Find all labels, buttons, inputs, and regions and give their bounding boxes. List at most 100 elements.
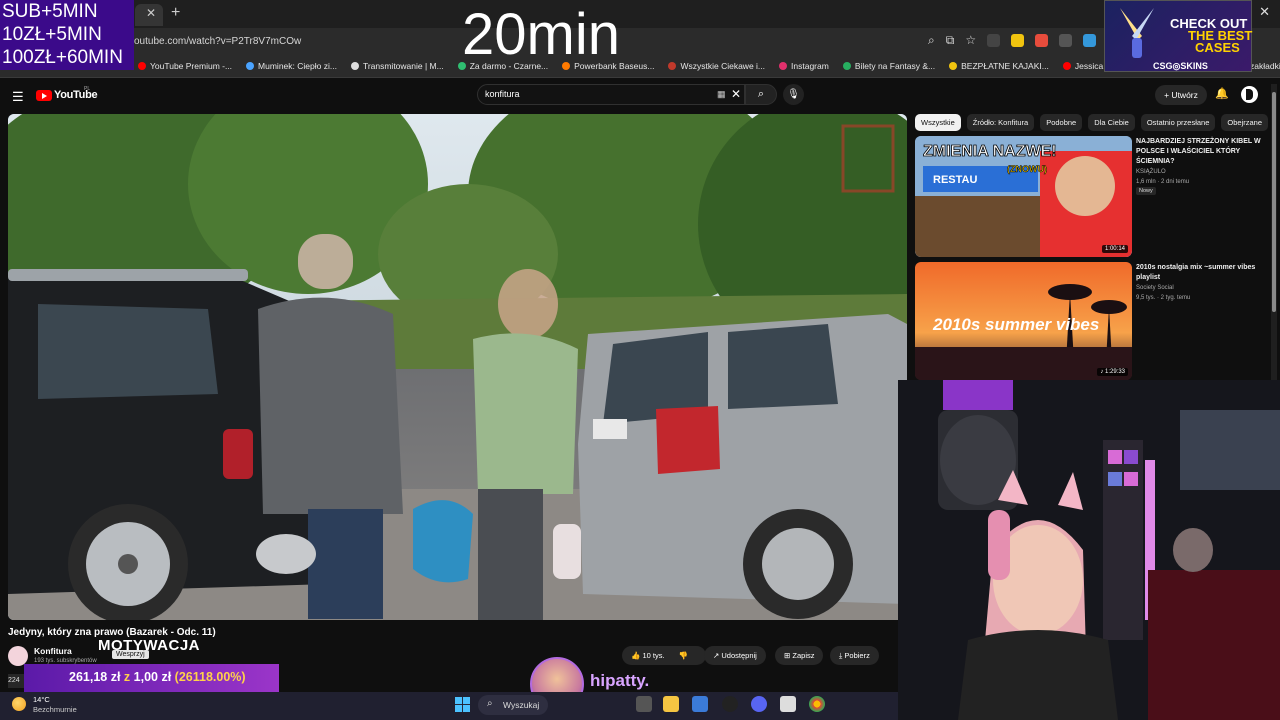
recommendation-channel[interactable]: KSIĄŻULO <box>1136 168 1166 177</box>
channel-avatar[interactable] <box>8 646 28 666</box>
chip[interactable]: Ostatnio przesłane <box>1140 114 1216 131</box>
webcam-frame <box>898 380 1280 720</box>
bookmark-label: Instagram <box>791 61 829 71</box>
bookmark-label: BEZPŁATNE KAJAKI... <box>961 61 1049 71</box>
bookmark-item[interactable]: BEZPŁATNE KAJAKI... <box>949 61 1049 71</box>
file-explorer-icon[interactable] <box>663 696 679 712</box>
bookmark-item[interactable]: YouTube Premium -... <box>138 61 232 71</box>
like-count[interactable]: 10 tys. <box>642 651 664 660</box>
search-icon: ⌕ <box>487 698 493 709</box>
youtube-logo-icon[interactable] <box>36 90 52 101</box>
share-label: Udostępnij <box>721 651 757 660</box>
extension-icon[interactable] <box>1083 34 1097 47</box>
keyboard-icon[interactable]: ▦ <box>717 89 726 100</box>
search-input-value[interactable]: konfitura <box>485 89 520 99</box>
windows-start-icon[interactable] <box>455 697 470 712</box>
scrollbar-thumb[interactable] <box>1272 92 1276 312</box>
chrome-icon[interactable] <box>809 696 825 712</box>
recommendation-meta: 1,6 mln · 2 dni temu <box>1136 179 1190 185</box>
new-badge: Nowy <box>1136 187 1156 195</box>
like-dislike-group: 👍 10 tys. 👎 <box>622 646 706 665</box>
bookmark-favicon-icon <box>138 62 146 70</box>
bookmark-star-icon[interactable]: ☆ <box>965 33 976 48</box>
donation-percent: (26118.00%) <box>174 670 246 684</box>
bookmark-favicon-icon <box>246 62 255 70</box>
menu-icon[interactable]: ☰ <box>12 89 24 105</box>
close-window-icon[interactable]: ✕ <box>1259 4 1270 20</box>
microphone-icon[interactable]: 🎙 <box>783 84 804 105</box>
video-player[interactable] <box>8 114 907 620</box>
thumbnail-headline: ZMIENIA NAZWE! <box>923 143 1057 160</box>
clear-search-icon[interactable]: ✕ <box>731 87 741 101</box>
app-icon[interactable] <box>780 696 796 712</box>
address-bar-actions: ⌕ ⧉ ☆ <box>928 33 1097 48</box>
bookmark-favicon-icon <box>350 62 359 70</box>
chip[interactable]: Obejrzane <box>1221 114 1268 131</box>
viewer-name: hipatty. <box>590 671 650 690</box>
extension-icon[interactable] <box>1011 34 1025 47</box>
weather-icon[interactable] <box>12 697 26 711</box>
task-view-icon[interactable] <box>636 696 652 712</box>
donation-amount: 261,18 zł <box>69 670 121 684</box>
weather-description[interactable]: Bezchmurnie <box>33 705 77 714</box>
bookmark-item[interactable]: Wszystkie Ciekawe i... <box>668 61 765 71</box>
channel-name[interactable]: Konfitura <box>34 646 72 656</box>
chip[interactable]: Podobne <box>1040 114 1083 131</box>
bookmark-item[interactable]: Muminek: Ciepło zi... <box>246 61 337 71</box>
filter-chips: Wszystkie Źródło: Konfitura Podobne Dla … <box>915 114 1268 131</box>
bookmark-favicon-icon <box>1062 62 1071 70</box>
chip[interactable]: Wszystkie <box>915 114 961 131</box>
chip[interactable]: Dla Ciebie <box>1088 114 1135 131</box>
video-duration: 1:00:14 <box>1101 245 1128 253</box>
notifications-icon[interactable]: 🔔 <box>1215 87 1229 100</box>
promo-line: CASES <box>1195 40 1240 55</box>
knife-icon <box>1120 8 1154 58</box>
bookmarks-overflow[interactable]: zakładki <box>1250 61 1280 71</box>
thumbnail-art: 2010s summer vibes <box>915 262 1132 380</box>
recommendation-thumbnail[interactable]: 2010s summer vibes ♪ 1:29:33 <box>915 262 1132 380</box>
recommendation-thumbnail[interactable]: RESTAU ZMIENIA NAZWE! (ZNOWU) 1:00:14 <box>915 136 1132 257</box>
bookmark-label: Wszystkie Ciekawe i... <box>680 61 766 71</box>
discord-icon[interactable] <box>751 696 767 712</box>
download-button[interactable]: ⤓ Pobierz <box>830 646 879 665</box>
subathon-rules-overlay: SUB+5MIN 10ZŁ+5MIN 100ZŁ+60MIN <box>0 0 134 70</box>
view-count: 224 <box>8 674 24 688</box>
recommendation-title[interactable]: NAJBARDZIEJ STRZEŻONY KIBEL W POLSCE I W… <box>1136 137 1266 167</box>
recommendation-channel[interactable]: Society Social <box>1136 284 1174 293</box>
app-icon[interactable] <box>722 696 738 712</box>
bookmark-item[interactable]: Bilety na Fantasy &... <box>842 61 935 71</box>
bookmark-favicon-icon <box>842 62 851 70</box>
download-label: Pobierz <box>844 651 870 660</box>
bookmark-favicon-icon <box>668 62 677 70</box>
stream-timer: 20min <box>462 2 620 67</box>
youtube-logo-text[interactable]: YouTube <box>54 89 98 101</box>
bookmark-item[interactable]: Transmitowanie | M... <box>350 61 444 71</box>
zoom-icon[interactable]: ⌕ <box>928 33 935 48</box>
cast-icon[interactable]: ⧉ <box>946 33 955 48</box>
url-field[interactable]: outube.com/watch?v=P2Tr8V7mCOw <box>134 36 301 47</box>
store-icon[interactable] <box>692 696 708 712</box>
search-button[interactable]: ⌕ <box>745 84 777 105</box>
browser-tab-bar <box>0 0 1280 28</box>
save-button[interactable]: ⊞ Zapisz <box>775 646 824 665</box>
tab-close-icon[interactable]: ✕ <box>146 6 156 20</box>
bookmark-item[interactable]: Instagram <box>779 61 829 71</box>
thumbs-up-icon[interactable]: 👍 <box>631 651 640 660</box>
recommendation-title[interactable]: 2010s nostalgia mix ~summer vibes playli… <box>1136 263 1266 283</box>
chip[interactable]: Źródło: Konfitura <box>966 114 1035 131</box>
bookmark-label: Muminek: Ciepło zi... <box>258 61 337 71</box>
overlay-line: SUB+5MIN <box>2 1 98 22</box>
save-icon: ⊞ <box>784 651 791 660</box>
thumbs-down-icon[interactable]: 👎 <box>679 651 688 660</box>
share-button[interactable]: ↗ Udostępnij <box>704 646 766 665</box>
extension-icon[interactable] <box>987 34 1001 47</box>
support-tooltip: Wesprzyj <box>112 650 149 659</box>
overlay-line: 10ZŁ+5MIN <box>2 24 102 45</box>
create-button[interactable]: + Utwórz <box>1155 85 1207 105</box>
new-tab-icon[interactable]: + <box>171 4 180 22</box>
extension-icon[interactable] <box>1035 34 1049 47</box>
extension-icon[interactable] <box>1059 34 1073 47</box>
recommendation-meta: 9,5 tys. · 2 tyg. temu <box>1136 295 1191 301</box>
account-avatar[interactable] <box>1241 86 1258 103</box>
weather-temperature[interactable]: 14°C <box>33 695 50 704</box>
